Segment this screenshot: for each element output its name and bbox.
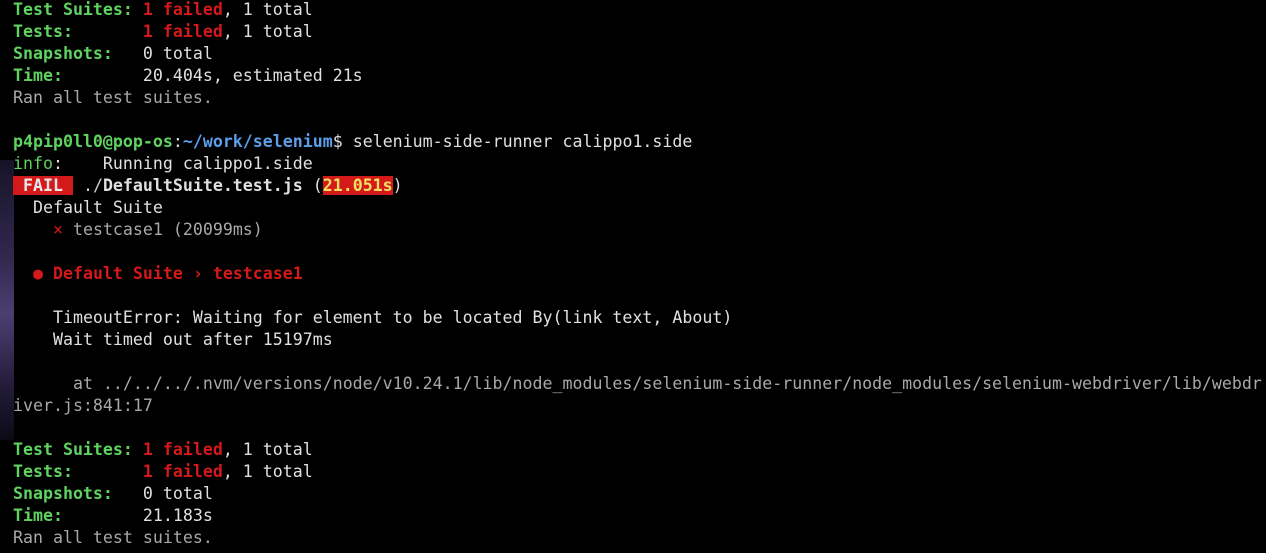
stack-trace-2: iver.js:841:17: [13, 396, 153, 415]
info-line: info: Running calippo1.side: [13, 154, 313, 173]
summary1-ran-line: Ran all test suites.: [13, 88, 213, 107]
time-label: Time:: [13, 66, 63, 85]
summary2-ran-line: Ran all test suites.: [13, 528, 213, 547]
tests-label: Tests:: [13, 462, 73, 481]
result-paren-close: ): [392, 176, 403, 195]
summary1-snapshots-line: Snapshots: 0 total: [13, 43, 1266, 65]
prompt-symbol: $: [332, 132, 343, 151]
prompt-path: ~/work/selenium: [182, 132, 333, 151]
error-message-line-1: TimeoutError: Waiting for element to be …: [13, 307, 1266, 329]
error-header-line: ● Default Suite › testcase1: [13, 263, 1266, 285]
snapshots-label: Snapshots:: [13, 484, 113, 503]
fail-cross-icon: ×: [52, 220, 63, 239]
error-message-1: TimeoutError: Waiting for element to be …: [52, 308, 733, 327]
time-value: 20.404s, estimated 21s: [142, 66, 363, 85]
info-tag: info: [13, 154, 53, 173]
suite-name: Default Suite: [32, 198, 163, 217]
error-message-line-2: Wait timed out after 15197ms: [13, 329, 1266, 351]
tests-failed: 1 failed: [142, 462, 223, 481]
suites-failed: 1 failed: [142, 440, 223, 459]
result-file: DefaultSuite.test.js: [102, 176, 303, 195]
tests-total: , 1 total: [222, 462, 313, 481]
error-message-2: Wait timed out after 15197ms: [52, 330, 333, 349]
suite-name-line: Default Suite: [13, 197, 1266, 219]
info-message: Running calippo1.side: [102, 154, 313, 173]
snapshots-label: Snapshots:: [13, 44, 113, 63]
suites-total: , 1 total: [222, 440, 313, 459]
prompt-user-host: p4pip0ll0@pop-os: [13, 132, 173, 151]
tests-failed: 1 failed: [142, 22, 223, 41]
tests-label: Tests:: [13, 22, 73, 41]
error-title: Default Suite › testcase1: [52, 264, 303, 283]
stack-trace-1: at ../../../.nvm/versions/node/v10.24.1/…: [72, 374, 1262, 393]
suites-label: Test Suites:: [13, 0, 133, 19]
fail-result-line: FAIL ./DefaultSuite.test.js (21.051s): [13, 175, 1266, 197]
result-dir: ./: [82, 176, 103, 195]
time-label: Time:: [13, 506, 63, 525]
time-value: 21.183s: [142, 506, 213, 525]
stack-trace-line-2: iver.js:841:17: [13, 395, 1266, 417]
summary2-suites-line: Test Suites: 1 failed, 1 total: [13, 439, 1266, 461]
terminal-output: Test Suites: 1 failed, 1 total Tests: 1 …: [13, 0, 1266, 549]
suites-total: , 1 total: [222, 0, 313, 19]
result-duration-badge: 21.051s: [322, 176, 393, 195]
summary1-suites-line: Test Suites: 1 failed, 1 total: [13, 0, 1266, 21]
summary1-tests-line: Tests: 1 failed, 1 total: [13, 21, 1266, 43]
prompt-command: selenium-side-runner calippo1.side: [352, 132, 693, 151]
terminal-window[interactable]: Test Suites: 1 failed, 1 total Tests: 1 …: [0, 0, 1266, 553]
background-wallpaper-strip: [0, 160, 14, 440]
suites-label: Test Suites:: [13, 440, 133, 459]
fail-badge: FAIL: [13, 176, 73, 195]
snapshots-value: 0 total: [142, 44, 213, 63]
shell-prompt-line[interactable]: p4pip0ll0@pop-os:~/work/selenium$ seleni…: [13, 131, 1266, 153]
snapshots-value: 0 total: [142, 484, 213, 503]
error-bullet-icon: ●: [32, 264, 43, 283]
summary2-tests-line: Tests: 1 failed, 1 total: [13, 461, 1266, 483]
summary1-time-line: Time: 20.404s, estimated 21s: [13, 65, 1266, 87]
stack-trace-line-1: at ../../../.nvm/versions/node/v10.24.1/…: [13, 373, 1266, 395]
result-paren-open: (: [302, 176, 323, 195]
prompt-separator: :: [172, 132, 183, 151]
suites-failed: 1 failed: [142, 0, 223, 19]
summary2-snapshots-line: Snapshots: 0 total: [13, 483, 1266, 505]
testcase-label: testcase1 (20099ms): [72, 220, 263, 239]
tests-total: , 1 total: [222, 22, 313, 41]
summary2-time-line: Time: 21.183s: [13, 505, 1266, 527]
testcase-line: × testcase1 (20099ms): [13, 219, 1266, 241]
